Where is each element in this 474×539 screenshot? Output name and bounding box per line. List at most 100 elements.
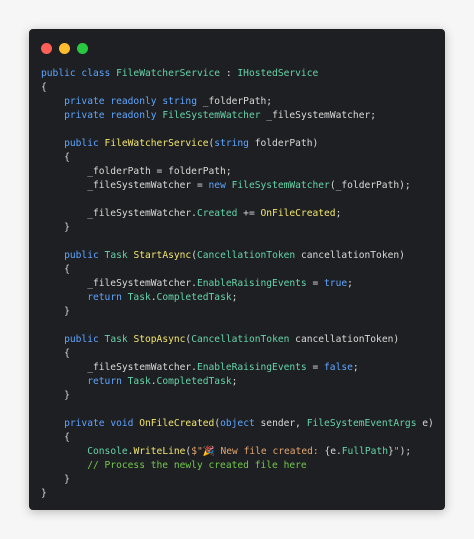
code-token: CancellationToken [191,334,290,345]
code-line: { [41,263,441,277]
code-line: } [41,305,441,319]
code-token: CompletedTask [156,292,232,303]
code-line: { [41,81,441,95]
code-token: += [237,208,261,219]
code-token: FileWatcherService [116,68,221,79]
code-token: _fileSystemWatcher; [260,110,377,121]
code-token: public [64,138,105,149]
code-token: { [41,152,70,163]
code-token: cancellationToken) [289,334,400,345]
code-token: e) [416,418,434,429]
code-line: { [41,151,441,165]
code-token: FullPath [341,446,388,457]
code-token: private [64,418,111,429]
code-token: = [306,362,325,373]
code-token: ; [352,362,359,373]
code-token: _folderPath = folderPath; [41,166,232,177]
code-token: WriteLine [133,446,186,457]
code-token: ; [231,376,238,387]
code-token: OnFileCreated [139,418,215,429]
code-token: { [41,432,70,443]
code-line: { [41,347,441,361]
code-token: private readonly [64,96,163,107]
code-line: } [41,221,441,235]
code-token: OnFileCreated [260,208,336,219]
close-dot [41,43,52,54]
code-token: folderPath) [248,138,319,149]
code-token: { [41,348,70,359]
code-token: _fileSystemWatcher = [41,180,209,191]
code-token: { [41,264,70,275]
code-line: } [41,473,441,487]
code-token: _fileSystemWatcher. [41,278,197,289]
code-token: new [208,180,232,191]
code-line: private void OnFileCreated(object sender… [41,417,441,431]
code-token: StartAsync [133,250,192,261]
code-token: } [41,474,70,485]
code-line: _folderPath = folderPath; [41,165,441,179]
code-token: { [41,82,47,93]
code-token: false [324,362,353,373]
code-token: private readonly [64,110,163,121]
code-token: FileSystemWatcher [162,110,261,121]
code-token: {e. [324,446,342,457]
code-token: Task [104,334,128,345]
code-token: Task [104,250,128,261]
code-line: public Task StartAsync(CancellationToken… [41,249,441,263]
code-token: = [306,278,325,289]
code-token: string [162,96,197,107]
code-token: // Process the newly created file here [41,460,307,471]
code-line: _fileSystemWatcher = new FileSystemWatch… [41,179,441,193]
code-token: _folderPath; [196,96,273,107]
code-token: StopAsync [133,334,186,345]
code-token: public class [41,68,117,79]
code-token: string [214,138,249,149]
code-token: EnableRaisingEvents [196,278,307,289]
code-token: $"🎉 New file created: [191,446,325,457]
code-token: object [220,418,255,429]
code-line: return Task.CompletedTask; [41,375,441,389]
code-line: _fileSystemWatcher.EnableRaisingEvents =… [41,277,441,291]
code-token: } [41,488,47,499]
code-token: public [64,250,105,261]
code-token: _fileSystemWatcher. [41,362,197,373]
code-token: FileWatcherService [104,138,209,149]
code-token: (_folderPath); [329,180,411,191]
code-token: ; [231,292,238,303]
code-block: public class FileWatcherService : IHoste… [41,67,441,501]
code-token: EnableRaisingEvents [196,362,307,373]
code-token: ; [347,278,353,289]
code-token: cancellationToken) [295,250,405,261]
code-line: return Task.CompletedTask; [41,291,441,305]
code-token: void [110,418,140,429]
code-token: true [324,278,348,289]
code-line: { [41,431,441,445]
code-token: CancellationToken [196,250,296,261]
code-token: public [64,334,105,345]
code-token: Task [127,376,151,387]
code-token: ; [335,208,342,219]
code-token: Console [87,446,128,457]
code-token: CompletedTask [156,376,232,387]
code-window: public class FileWatcherService : IHoste… [29,29,445,510]
code-line: _fileSystemWatcher.EnableRaisingEvents =… [41,361,441,375]
code-line: } [41,487,441,501]
code-line: // Process the newly created file here [41,459,441,473]
code-token: } [41,222,70,233]
code-line: private readonly FileSystemWatcher _file… [41,109,441,123]
code-token: IHostedService [237,68,319,79]
code-line: public FileWatcherService(string folderP… [41,137,441,151]
code-token: ); [399,446,412,457]
